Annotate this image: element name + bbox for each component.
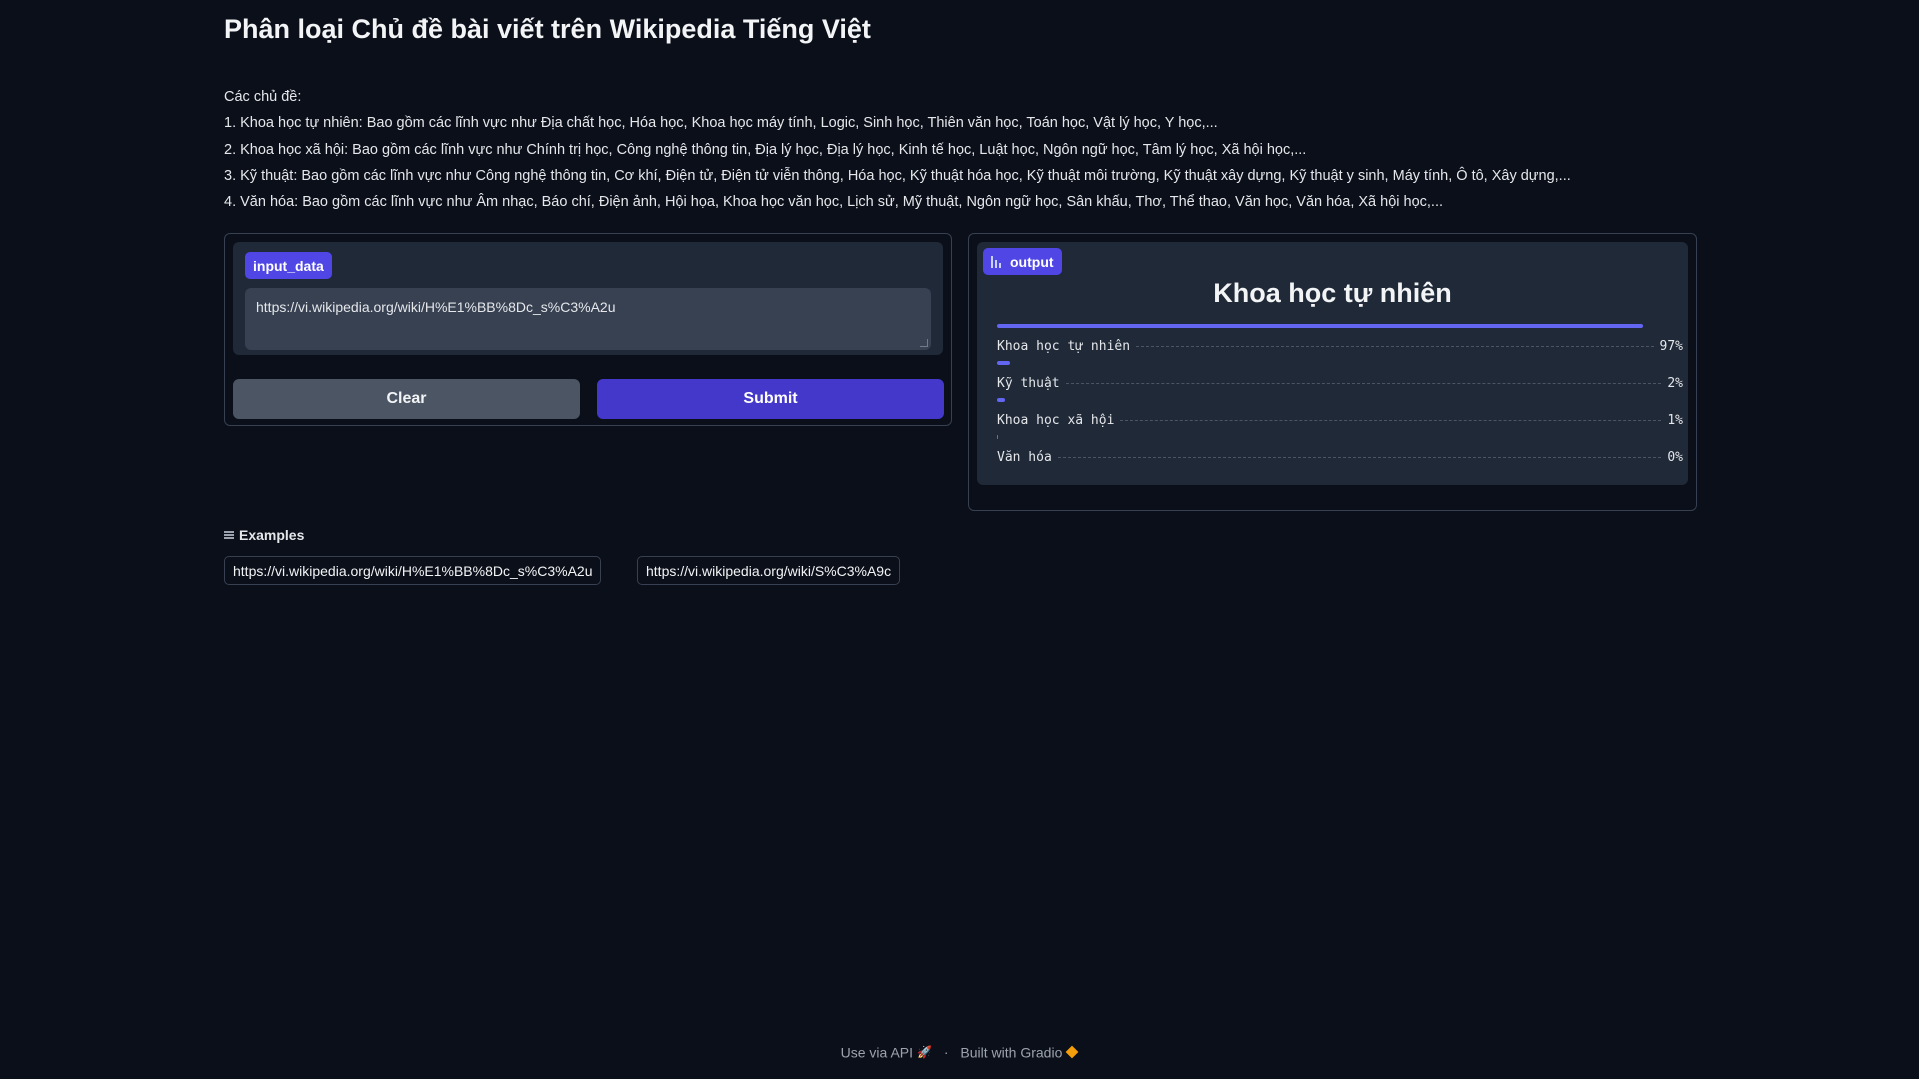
confidence-percent: 2% [1667, 375, 1683, 391]
confidence-bar [997, 324, 1644, 328]
footer-separator: · [943, 1044, 949, 1061]
example-item[interactable]: https://vi.wikipedia.org/wiki/H%E1%BB%8D… [224, 556, 602, 585]
confidence-dots [1120, 419, 1662, 421]
confidence-percent: 1% [1667, 412, 1683, 428]
example-item[interactable]: https://vi.wikipedia.org/wiki/S%C3%A9c [637, 556, 901, 585]
input-textbox-block: input_data https://vi.wikipedia.org/wiki… [233, 242, 943, 355]
page-title: Phân loại Chủ đề bài viết trên Wikipedia… [224, 14, 871, 44]
predicted-label: Khoa học tự nhiên [1213, 278, 1452, 308]
confidence-row: Khoa học tự nhiên 97% [997, 324, 1683, 354]
built-with-gradio-link[interactable]: Built with Gradio [960, 1044, 1062, 1060]
clear-button[interactable]: Clear [233, 379, 580, 419]
use-via-api-link[interactable]: Use via API [841, 1044, 913, 1060]
list-icon [224, 530, 234, 540]
rocket-icon: 🚀 [917, 1045, 932, 1060]
confidence-line: Kỹ thuật 2% [997, 375, 1683, 391]
input-data-value: https://vi.wikipedia.org/wiki/H%E1%BB%8D… [256, 299, 616, 315]
confidence-label: Kỹ thuật [997, 375, 1060, 391]
resize-handle-icon[interactable] [920, 339, 928, 347]
examples-heading: Examples [224, 527, 304, 543]
confidence-label: Khoa học xã hội [997, 412, 1115, 428]
description-heading: Các chủ đề: [224, 89, 302, 105]
description-line: 4. Văn hóa: Bao gồm các lĩnh vực như Âm … [224, 194, 1444, 211]
confidence-label: Khoa học tự nhiên [997, 338, 1131, 354]
examples-heading-text: Examples [239, 527, 305, 543]
output-label-text: output [1010, 253, 1054, 270]
confidence-bar [997, 435, 998, 439]
app-page: Phân loại Chủ đề bài viết trên Wikipedia… [0, 0, 1919, 1079]
confidence-bar [997, 398, 1005, 402]
confidence-row: Khoa học xã hội 1% [997, 398, 1683, 428]
input-panel: input_data https://vi.wikipedia.org/wiki… [224, 233, 952, 426]
description-line: 2. Khoa học xã hội: Bao gồm các lĩnh vực… [224, 141, 1307, 158]
topic-description: Các chủ đề: 1. Khoa học tự nhiên: Bao gồ… [224, 84, 1571, 215]
confidence-line: Văn hóa 0% [997, 449, 1683, 465]
confidence-bar [997, 361, 1011, 365]
confidence-dots [1057, 456, 1662, 458]
footer: Use via API 🚀 · Built with Gradio [0, 1043, 1919, 1060]
input-label-badge: input_data [245, 252, 332, 279]
bar-chart-icon [991, 255, 1004, 268]
output-label-badge: output [983, 248, 1062, 275]
confidence-percent: 0% [1667, 449, 1683, 465]
confidence-row: Văn hóa 0% [997, 435, 1683, 465]
confidence-line: Khoa học tự nhiên 97% [997, 338, 1683, 354]
confidence-line: Khoa học xã hội 1% [997, 412, 1683, 428]
confidence-dots [1065, 382, 1662, 384]
description-line: 3. Kỹ thuật: Bao gồm các lĩnh vực như Cô… [224, 167, 1571, 184]
confidence-label: Văn hóa [997, 449, 1052, 465]
submit-button[interactable]: Submit [597, 379, 944, 419]
confidence-dots [1136, 345, 1654, 347]
description-line: 1. Khoa học tự nhiên: Bao gồm các lĩnh v… [224, 115, 1218, 132]
output-label-block: output Khoa học tự nhiên Khoa học tự nhi… [977, 242, 1688, 485]
gradio-logo-icon [1065, 1045, 1079, 1059]
input-data-textarea[interactable]: https://vi.wikipedia.org/wiki/H%E1%BB%8D… [245, 288, 931, 350]
confidence-row: Kỹ thuật 2% [997, 361, 1683, 391]
confidence-percent: 97% [1659, 338, 1683, 354]
output-panel: output Khoa học tự nhiên Khoa học tự nhi… [968, 233, 1697, 511]
